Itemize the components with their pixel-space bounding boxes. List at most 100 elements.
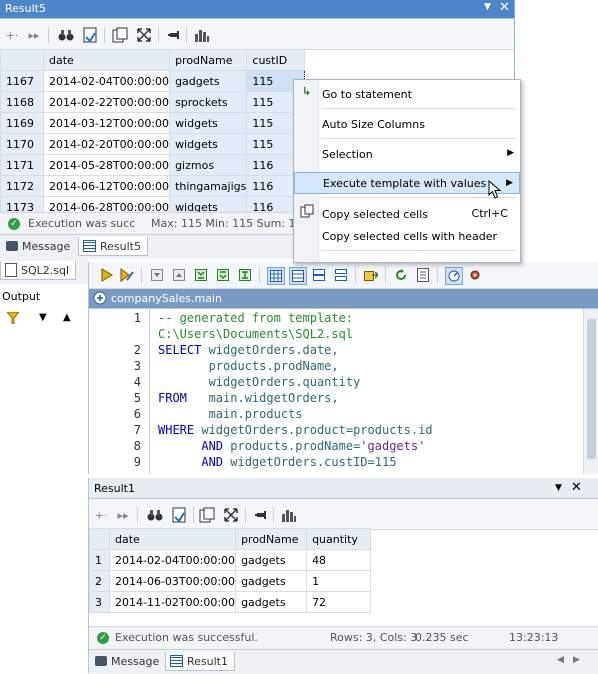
scroll-right-icon[interactable]: ▶ <box>573 655 580 665</box>
menu-item-copy-selected-cells-with-header[interactable]: Copy selected cells with header <box>294 225 520 247</box>
code-line[interactable]: -- generated from template: <box>158 311 353 325</box>
code-line[interactable]: WHERE widgetOrders.product=products.id <box>158 423 433 437</box>
copy-icon[interactable] <box>112 27 128 43</box>
prodname-cell[interactable]: gadgets <box>235 549 308 571</box>
execute-for-edit-icon[interactable] <box>119 267 135 283</box>
copy-icon[interactable] <box>199 507 215 523</box>
date-cell[interactable]: 2014-02-20T00:00:00 <box>42 133 171 155</box>
monitor-icon[interactable] <box>445 267 463 285</box>
date-cell[interactable]: 2014-11-02T00:00:00 <box>108 591 237 613</box>
row-number[interactable]: 3 <box>89 591 110 613</box>
multi-view-icon[interactable] <box>333 267 349 283</box>
table-row[interactable]: 1169 2014-03-12T00:00:00 widgets 115 <box>0 112 306 134</box>
pin-icon[interactable] <box>166 27 182 43</box>
expand-all-icon[interactable] <box>171 267 187 283</box>
tab-message[interactable]: Message <box>91 652 165 670</box>
quantity-cell[interactable]: 72 <box>306 591 372 613</box>
date-cell[interactable]: 2014-03-12T00:00:00 <box>42 112 171 134</box>
date-cell[interactable]: 2014-02-04T00:00:00 <box>108 549 237 571</box>
table-row[interactable]: 1 2014-02-04T00:00:00 gadgets 48 <box>89 549 372 571</box>
table-row[interactable]: 1171 2014-05-28T00:00:00 gizmos 116 <box>0 154 306 176</box>
document-icon[interactable] <box>171 507 187 523</box>
row-number[interactable]: 1172 <box>0 175 44 197</box>
close-icon[interactable]: ✕ <box>571 480 582 495</box>
date-cell[interactable]: 2014-02-04T00:00:00 <box>42 70 171 92</box>
quantity-cell[interactable]: 1 <box>306 570 372 592</box>
table-row[interactable]: 1168 2014-02-22T00:00:00 sprockets 115 <box>0 91 306 113</box>
code-line[interactable]: widgetOrders.quantity <box>158 375 361 389</box>
column-header[interactable]: custID <box>246 49 306 71</box>
date-cell[interactable]: 2014-06-03T00:00:00 <box>108 570 237 592</box>
properties-icon[interactable] <box>415 267 431 283</box>
binoculars-icon[interactable] <box>58 27 74 43</box>
close-icon[interactable]: ✕ <box>499 0 510 15</box>
table-row[interactable]: 1172 2014-06-12T00:00:00 thingamajigs 116 <box>0 175 306 197</box>
column-header[interactable]: date <box>42 49 171 71</box>
chart-icon[interactable] <box>281 507 297 523</box>
code-line[interactable]: SELECT widgetOrders.date, <box>158 343 339 357</box>
tab-result5[interactable]: Result5 <box>78 237 148 256</box>
date-cell[interactable]: 2014-02-22T00:00:00 <box>42 91 171 113</box>
menu-item-copy-selected-cells[interactable]: Copy selected cells Ctrl+C <box>294 203 520 225</box>
column-header[interactable]: prodName <box>169 49 248 71</box>
add-row-icon[interactable]: +· <box>4 27 20 43</box>
table-row[interactable]: 1167 2014-02-04T00:00:00 gadgets 115 <box>0 70 306 92</box>
table-row[interactable]: 1170 2014-02-20T00:00:00 widgets 115 <box>0 133 306 155</box>
refresh-icon[interactable] <box>393 267 409 283</box>
table-row[interactable]: 1173 2014-06-28T00:00:00 widgets 116 <box>0 196 306 212</box>
column-header[interactable]: quantity <box>306 528 372 550</box>
row-number[interactable]: 1168 <box>0 91 44 113</box>
import-icon[interactable] <box>363 267 379 283</box>
execute-icon[interactable] <box>99 267 115 283</box>
prodname-cell[interactable]: thingamajigs <box>169 175 248 197</box>
dropdown-arrow-icon[interactable]: ▼ <box>555 483 562 493</box>
row-number[interactable]: 1170 <box>0 133 44 155</box>
skip-forward-icon[interactable]: ▸▸ <box>115 507 131 523</box>
date-cell[interactable]: 2014-06-28T00:00:00 <box>42 196 171 212</box>
collapse-all-icon[interactable] <box>149 267 165 283</box>
dropdown-arrow-icon[interactable]: ▼ <box>484 2 491 12</box>
prodname-cell[interactable]: widgets <box>169 196 248 212</box>
tab-result1[interactable]: Result1 <box>165 652 235 671</box>
settings-icon[interactable] <box>467 267 483 283</box>
code-line[interactable]: FROM main.widgetOrders, <box>158 391 339 405</box>
table-row[interactable]: 3 2014-11-02T00:00:00 gadgets 72 <box>89 591 372 613</box>
code-line[interactable]: AND widgetOrders.custID=115 <box>158 455 396 469</box>
row-number[interactable]: 1169 <box>0 112 44 134</box>
code-line[interactable]: C:\Users\Documents\SQL2.sql <box>158 327 353 341</box>
move-down-icon[interactable]: ▼ <box>39 312 47 323</box>
column-header[interactable]: date <box>108 528 237 550</box>
row-number[interactable]: 1167 <box>0 70 44 92</box>
date-cell[interactable]: 2014-05-28T00:00:00 <box>42 154 171 176</box>
menu-item-go-to-statement[interactable]: Go to statement <box>294 83 520 105</box>
expand-icon[interactable] <box>136 27 152 43</box>
prodname-cell[interactable]: gadgets <box>235 591 308 613</box>
pin-icon[interactable] <box>253 507 269 523</box>
prodname-cell[interactable]: widgets <box>169 112 248 134</box>
menu-item-selection[interactable]: Selection ▶ <box>294 143 520 165</box>
menu-item-auto-size-columns[interactable]: Auto Size Columns <box>294 113 520 135</box>
text-view-icon[interactable] <box>289 267 307 285</box>
prodname-cell[interactable]: gadgets <box>169 70 248 92</box>
code-line[interactable]: products.prodName, <box>158 359 339 373</box>
column-header[interactable]: prodName <box>235 528 308 550</box>
row-number[interactable]: 1173 <box>0 196 44 212</box>
expand-icon[interactable] <box>223 507 239 523</box>
add-row-icon[interactable]: +· <box>93 507 109 523</box>
scroll-left-icon[interactable]: ◀ <box>557 655 564 665</box>
row-number[interactable]: 1 <box>89 549 110 571</box>
prodname-cell[interactable]: gizmos <box>169 154 248 176</box>
editor-scrollbar[interactable] <box>583 309 598 474</box>
prodname-cell[interactable]: sprockets <box>169 91 248 113</box>
prodname-cell[interactable]: widgets <box>169 133 248 155</box>
move-up-icon[interactable]: ▲ <box>63 312 71 323</box>
skip-forward-icon[interactable]: ▸▸ <box>26 27 42 43</box>
tab-sql2[interactable]: SQL2.sql <box>0 261 77 280</box>
menu-item-execute-template-with-values[interactable]: Execute template with values ▶ <box>294 172 520 194</box>
chart-icon[interactable] <box>194 27 210 43</box>
toggle-all-regions-icon[interactable] <box>215 267 231 283</box>
quantity-cell[interactable]: 48 <box>306 549 372 571</box>
toggle-region-icon[interactable] <box>193 267 209 283</box>
filter-icon[interactable] <box>5 311 21 327</box>
code-line[interactable]: main.products <box>158 407 303 421</box>
